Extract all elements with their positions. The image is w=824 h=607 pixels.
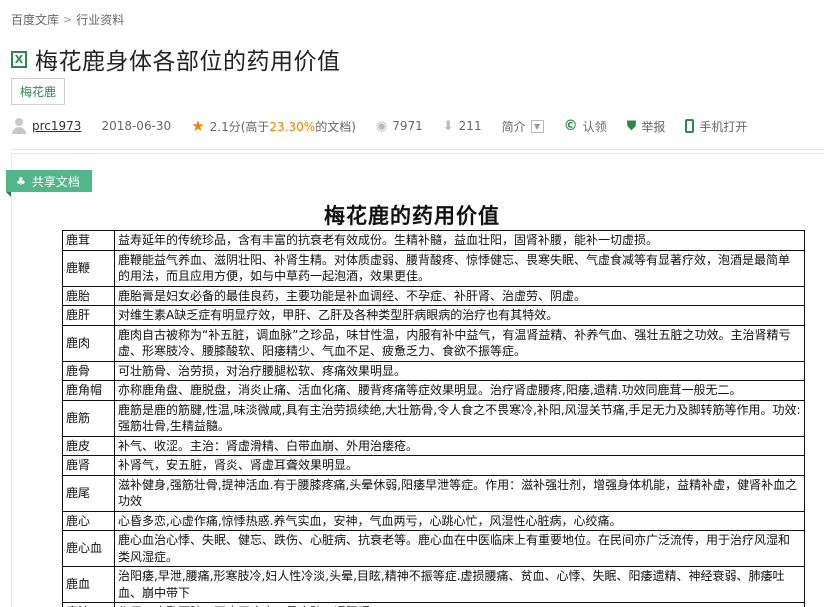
table-row: 鹿骨 可壮筋骨、治劳损，对治疗腰腿松软、疼痛效果明显。: [62, 360, 805, 381]
excel-doc-icon: X: [11, 50, 27, 68]
part-name-cell: 鹿骨: [62, 360, 115, 381]
part-name-cell: 鹿鞭: [62, 249, 115, 287]
medicinal-value-table: 鹿茸 益寿延年的传统珍品，含有丰富的抗衰老有效成份。生精补髓，益血壮阳，固肾补腰，…: [62, 230, 805, 607]
copyright-icon: ©: [563, 118, 578, 134]
breadcrumb-home-link[interactable]: 百度文库: [11, 11, 59, 28]
divider: [11, 149, 824, 150]
part-description-cell: 滋补健身,强筋壮骨,提神活血.有于腰膝疼痛,头晕休弱,阳痿早泄等症。作用：滋补强…: [114, 474, 805, 512]
certify-label: 认领: [582, 119, 607, 134]
report-label: 举报: [641, 119, 666, 134]
meta-views: ◉ 7971: [376, 119, 423, 134]
user-icon: [11, 118, 27, 134]
part-description-cell: 鹿鞭能益气养血、滋阴壮阳、补肾生精。对体质虚弱、腰背酸疼、惊悸健忘、畏寒失眠、气…: [114, 249, 805, 287]
table-row: 鹿肝 对维生素A缺乏症有明显疗效，甲肝、乙肝及各种类型肝病眼病的治疗也有其特效。: [62, 305, 805, 326]
star-icon: ★: [191, 117, 205, 135]
part-description-cell: 益寿延年的传统珍品，含有丰富的抗衰老有效成份。生精补髓，益血壮阳，固肾补腰，能补…: [114, 230, 805, 251]
table-row: 鹿鞭 鹿鞭能益气养血、滋阴壮阳、补肾生精。对体质虚弱、腰背酸疼、惊悸健忘、畏寒失眠…: [62, 249, 805, 287]
tag-button[interactable]: 梅花鹿: [11, 78, 66, 105]
part-name-cell: 鹿肝: [62, 305, 115, 326]
certify-button[interactable]: © 认领: [564, 118, 607, 135]
part-name-cell: 鹿尾: [62, 474, 115, 512]
mobile-open-button[interactable]: 手机打开: [685, 118, 747, 135]
part-name-cell: 鹿角帽: [62, 380, 115, 401]
report-button[interactable]: ⛊ 举报: [627, 118, 666, 135]
rating-text: 2.1分(高于: [209, 119, 270, 134]
part-description-cell: 补气、收涩。主治：肾虚滑精、白带血崩、外用治瘘疮。: [114, 435, 805, 456]
part-name-cell: 鹿茸: [62, 230, 115, 251]
part-name-cell: 鹿心血: [62, 530, 115, 567]
author-link[interactable]: prc1973: [32, 119, 81, 133]
part-name-cell: 鹿筋: [62, 399, 115, 437]
table-row: 鹿尾 滋补健身,强筋壮骨,提神活血.有于腰膝疼痛,头晕休弱,阳痿早泄等症。作用：滋…: [62, 474, 805, 512]
title-row: X 梅花鹿身体各部位的药用价值: [11, 42, 341, 76]
table-row: 鹿筋 鹿筋是鹿的筋腱,性温,味淡微咸,具有主治劳损续绝,大壮筋骨,令人食之不畏寒冷…: [62, 399, 805, 437]
share-badge-label: 共享文档: [31, 174, 80, 189]
rating-percent: 23.30%: [269, 119, 316, 134]
document-heading: 梅花鹿的药用价值: [324, 203, 500, 228]
part-description-cell: 对维生素A缺乏症有明显疗效，甲肝、乙肝及各种类型肝病眼病的治疗也有其特效。: [114, 305, 805, 326]
eye-icon: ◉: [375, 118, 388, 134]
part-name-cell: 鹿肉: [62, 324, 115, 362]
part-description-cell: 可壮筋骨、治劳损，对治疗腰腿松软、疼痛效果明显。: [114, 360, 805, 381]
part-description-cell: 鹿胎膏是妇女必备的最佳良药，主要功能是补血调经、不孕症、补肝肾、治虚劳、阴虚。: [114, 285, 805, 306]
phone-icon: [685, 119, 695, 133]
part-name-cell: 鹿血: [62, 566, 115, 603]
part-description-cell: 亦称鹿角盘、鹿脱盘，消炎止痛、活血化痛、腰背疼痛等症效果明显。治疗肾虚腰疼,阳痿…: [114, 380, 805, 401]
chevron-down-icon: ▼: [530, 119, 544, 133]
intro-label: 简介: [501, 119, 526, 134]
table-row: 鹿胎 鹿胎膏是妇女必备的最佳良药，主要功能是补血调经、不孕症、补肝肾、治虚劳、阴虚…: [62, 285, 805, 306]
part-name-cell: 鹿肾: [62, 455, 115, 476]
share-doc-icon: ♣: [16, 174, 26, 188]
mobile-label: 手机打开: [699, 119, 748, 134]
meta-downloads: ⬇ 211: [443, 119, 482, 134]
table-row: 鹿血 治阳痿,早泄,腰痛,形寒肢冷,妇人性冷淡,头晕,目眩,精神不振等症.虚损腰痛…: [62, 566, 805, 603]
table-row: 鹿角帽 亦称鹿角盘、鹿脱盘，消炎止痛、活血化痛、腰背疼痛等症效果明显。治疗肾虚腰疼…: [62, 380, 805, 401]
table-row: 鹿肾 补肾气，安五脏，肾炎、肾虚耳聋效果明显。: [62, 455, 805, 476]
part-description-cell: 作用：痛乳死肿，面皮干疮皮，柔皮肤，通腰理。: [114, 602, 805, 607]
part-description-cell: 治阳痿,早泄,腰痛,形寒肢冷,妇人性冷淡,头晕,目眩,精神不振等症.虚损腰痛、贫…: [114, 566, 805, 603]
share-badge: ♣ 共享文档: [6, 170, 92, 197]
part-description-cell: 鹿肉自古被称为“补五脏，调血脉”之珍品，味甘性温，内服有补中益气，有温肾益精、补…: [114, 324, 805, 362]
intro-dropdown[interactable]: 简介 ▼: [502, 118, 544, 135]
meta-date: 2018-06-30: [101, 119, 172, 133]
views-count: 7971: [392, 119, 423, 133]
part-name-cell: 鹿油: [62, 602, 115, 607]
downloads-count: 211: [458, 119, 482, 133]
part-name-cell: 鹿皮: [62, 435, 115, 456]
breadcrumb-category-link[interactable]: 行业资料: [76, 11, 124, 28]
table-row: 鹿肉 鹿肉自古被称为“补五脏，调血脉”之珍品，味甘性温，内服有补中益气，有温肾益精…: [62, 324, 805, 362]
meta-bar: prc1973 2018-06-30 ★ 2.1分(高于23.30%的文档) ◉…: [11, 116, 767, 136]
part-name-cell: 鹿胎: [62, 285, 115, 306]
page-title: 梅花鹿身体各部位的药用价值: [35, 49, 341, 75]
meta-author: prc1973: [11, 118, 81, 134]
rating-tail: 的文档): [315, 119, 356, 134]
part-description-cell: 鹿心血治心悸、失眠、健忘、跌伤、心脏病、抗衰老等。鹿心血在中医临床上有重要地位。…: [114, 530, 805, 567]
table-row: 鹿心 心昏多恋,心虚作痛,惊悸热惑.养气实血，安神，气血两亏，心跳心忙，风湿性心脏…: [62, 510, 805, 531]
meta-rating: ★ 2.1分(高于23.30%的文档): [191, 117, 356, 135]
download-icon: ⬇: [442, 118, 454, 134]
table-row: 鹿皮 补气、收涩。主治：肾虚滑精、白带血崩、外用治瘘疮。: [62, 435, 805, 456]
table-row: 鹿心血 鹿心血治心悸、失眠、健忘、跌伤、心脏病、抗衰老等。鹿心血在中医临床上有重要…: [62, 530, 805, 567]
part-description-cell: 补肾气，安五脏，肾炎、肾虚耳聋效果明显。: [114, 455, 805, 476]
breadcrumb-separator: >: [63, 13, 73, 26]
part-name-cell: 鹿心: [62, 510, 115, 531]
part-description-cell: 鹿筋是鹿的筋腱,性温,味淡微咸,具有主治劳损续绝,大壮筋骨,令人食之不畏寒冷,补…: [114, 399, 805, 437]
table-row: 鹿油作用：痛乳死肿，面皮干疮皮，柔皮肤，通腰理。: [62, 602, 805, 607]
breadcrumb: 百度文库 > 行业资料: [11, 11, 124, 28]
table-row: 鹿茸 益寿延年的传统珍品，含有丰富的抗衰老有效成份。生精补髓，益血壮阳，固肾补腰，…: [62, 230, 805, 251]
shield-icon: ⛊: [626, 118, 637, 134]
part-description-cell: 心昏多恋,心虚作痛,惊悸热惑.养气实血，安神，气血两亏，心跳心忙，风湿性心脏病，…: [114, 510, 805, 531]
